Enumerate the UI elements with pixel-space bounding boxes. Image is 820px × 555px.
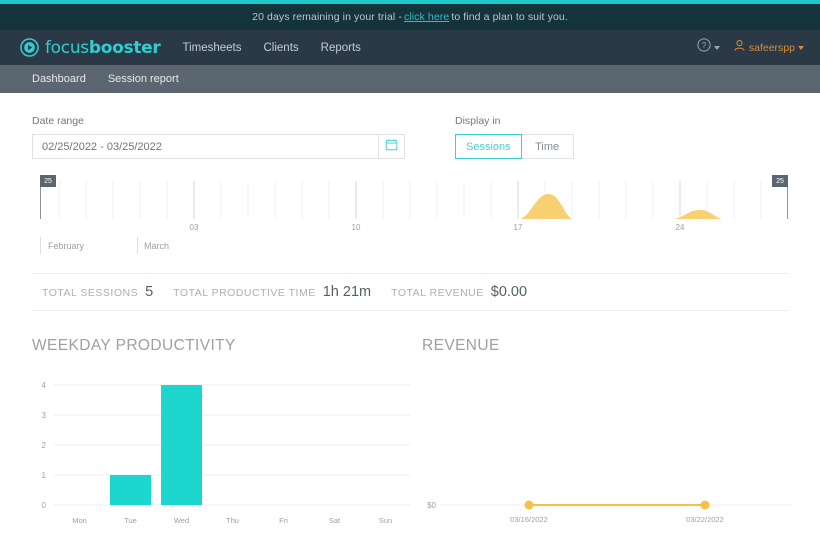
date-range-label: Date range — [32, 115, 84, 127]
bar-chart-gridlines — [54, 384, 410, 506]
date-range-filter: Date range — [32, 115, 405, 159]
stat-total-revenue-label: TOTAL REVENUE — [391, 287, 484, 299]
page-content: Date range Display in — [0, 93, 820, 537]
date-range-input[interactable] — [32, 134, 378, 159]
toggle-time-button[interactable]: Time — [521, 134, 574, 159]
user-chevron-down-icon — [798, 45, 804, 50]
subnav-item-session-report[interactable]: Session report — [108, 73, 179, 85]
trial-banner-link[interactable]: click here — [404, 11, 449, 23]
revenue-ytick-0: $0 — [427, 501, 436, 510]
display-in-toggle-group: Sessions Time — [455, 134, 574, 159]
weekday-productivity-title: WEEKDAY PRODUCTIVITY — [32, 337, 236, 354]
bar-ytick-4: 4 — [42, 381, 47, 390]
stat-total-sessions: TOTAL SESSIONS 5 — [42, 284, 153, 300]
brand-name-focus: focus — [45, 37, 89, 58]
brand-logo[interactable]: focusbooster — [20, 37, 161, 58]
trial-banner: 20 days remaining in your trial - click … — [0, 4, 820, 30]
filters-row: Date range Display in — [32, 93, 788, 159]
revenue-point-2 — [700, 500, 710, 510]
stat-total-productive-time-value: 1h 21m — [322, 284, 372, 300]
user-menu[interactable]: safeerspp — [733, 39, 804, 57]
subnav-item-dashboard[interactable]: Dashboard — [32, 73, 86, 85]
stat-total-sessions-value: 5 — [145, 284, 154, 300]
weekday-productivity-svg: 0 1 2 3 4 Mon Tue Wed Thu Fri Sat Sun — [42, 381, 410, 525]
timeline-tick-label-17: 17 — [514, 223, 523, 232]
play-circle-icon — [20, 38, 39, 57]
svg-text:?: ? — [702, 41, 707, 50]
bar-xlabel-thu: Thu — [226, 516, 239, 525]
bar-xlabel-wed: Wed — [174, 516, 189, 525]
revenue-svg: $0 03/16/2022 03/22/2022 — [427, 500, 792, 524]
bar-xlabel-mon: Mon — [72, 516, 87, 525]
weekday-productivity-panel: WEEKDAY PRODUCTIVITY 0 1 2 3 4 Mon Tue W… — [32, 337, 422, 537]
help-menu[interactable]: ? — [697, 38, 720, 57]
revenue-chart: $0 03/16/2022 03/22/2022 — [422, 377, 796, 537]
month-divider-march — [137, 237, 138, 254]
timeline-left-handle[interactable]: 25 — [40, 175, 56, 187]
navbar-right-group: ? safeerspp — [697, 30, 804, 65]
stat-total-revenue: TOTAL REVENUE $0.00 — [391, 284, 527, 300]
stat-total-productive-time-label: TOTAL PRODUCTIVE TIME — [173, 287, 316, 299]
bar-tue — [110, 475, 151, 505]
nav-item-timesheets[interactable]: Timesheets — [182, 42, 241, 54]
display-in-label: Display in — [455, 115, 501, 127]
month-label-february: February — [48, 241, 85, 251]
timeline-svg: 03 10 17 24 — [58, 181, 762, 232]
main-navbar: focusbooster Timesheets Clients Reports … — [0, 30, 820, 65]
brand-name-booster: booster — [88, 37, 161, 58]
help-icon: ? — [697, 38, 711, 57]
secondary-navbar: Dashboard Session report — [0, 65, 820, 93]
revenue-xlabel-2: 03/22/2022 — [686, 515, 724, 524]
revenue-point-1 — [524, 500, 534, 510]
calendar-button[interactable] — [378, 134, 405, 159]
bar-xlabel-sun: Sun — [379, 516, 392, 525]
date-range-control — [32, 134, 405, 159]
toggle-sessions-button[interactable]: Sessions — [455, 134, 522, 159]
stat-total-productive-time: TOTAL PRODUCTIVE TIME 1h 21m — [173, 284, 371, 300]
revenue-panel: REVENUE $0 03/16/2022 03/22/2022 — [422, 337, 796, 537]
revenue-xlabel-1: 03/16/2022 — [510, 515, 548, 524]
month-label-march: March — [144, 241, 170, 251]
stat-total-revenue-value: $0.00 — [490, 284, 528, 300]
trial-banner-text-before: 20 days remaining in your trial - — [252, 11, 402, 23]
user-avatar-icon — [733, 39, 746, 57]
timeline-right-handle-line — [787, 187, 788, 219]
timeline-tick-label-24: 24 — [676, 223, 685, 232]
bar-ytick-1: 1 — [42, 471, 47, 480]
nav-item-clients[interactable]: Clients — [263, 42, 298, 54]
revenue-title: REVENUE — [422, 337, 500, 354]
nav-item-reports[interactable]: Reports — [321, 42, 361, 54]
weekday-productivity-chart: 0 1 2 3 4 Mon Tue Wed Thu Fri Sat Sun — [32, 377, 422, 537]
help-chevron-down-icon — [713, 45, 720, 50]
brand-name: focusbooster — [45, 37, 161, 58]
timeline-gridlines — [58, 181, 762, 219]
bar-xlabel-tue: Tue — [124, 516, 137, 525]
timeline-month-row: February March — [32, 237, 788, 257]
timeline-brush[interactable]: 03 10 17 24 25 25 February March — [32, 175, 788, 257]
bar-xlabel-fri: Fri — [279, 516, 288, 525]
primary-nav: Timesheets Clients Reports — [182, 42, 360, 54]
bar-wed — [161, 385, 202, 505]
bar-ytick-3: 3 — [42, 411, 47, 420]
stat-total-sessions-label: TOTAL SESSIONS — [42, 287, 139, 299]
timeline-left-handle-line — [40, 187, 41, 219]
bar-ytick-0: 0 — [42, 501, 47, 510]
timeline-right-handle[interactable]: 25 — [772, 175, 788, 187]
user-name-label: safeerspp — [748, 41, 795, 54]
summary-stats-row: TOTAL SESSIONS 5 TOTAL PRODUCTIVE TIME 1… — [32, 273, 788, 311]
month-divider-february — [40, 237, 41, 254]
trial-banner-text-after: to find a plan to suit you. — [451, 11, 568, 23]
timeline-tick-label-10: 10 — [352, 223, 361, 232]
calendar-icon — [385, 138, 398, 156]
charts-row: WEEKDAY PRODUCTIVITY 0 1 2 3 4 Mon Tue W… — [32, 337, 792, 537]
bar-ytick-2: 2 — [42, 441, 47, 450]
timeline-area-peak-1 — [519, 193, 572, 219]
timeline-tick-label-03: 03 — [190, 223, 199, 232]
bar-xlabel-sat: Sat — [329, 516, 341, 525]
display-in-filter: Display in Sessions Time — [455, 115, 574, 159]
